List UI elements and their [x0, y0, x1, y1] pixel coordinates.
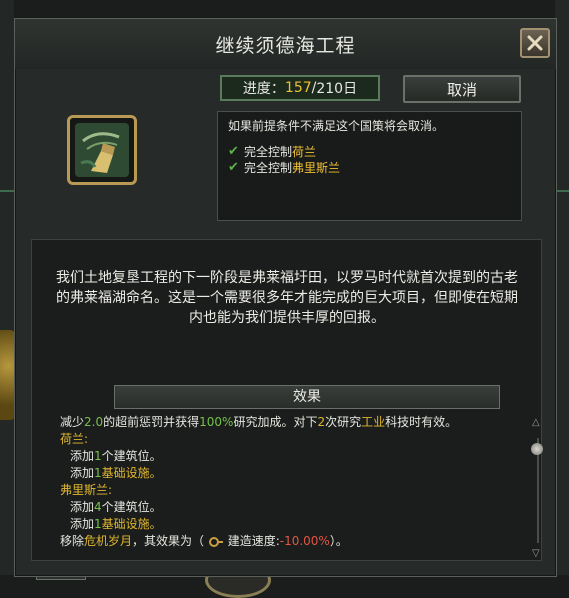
background-divider-right — [555, 190, 569, 192]
effect-line-research: 减少2.0的超前惩罚并获得100%研究加成。对下2次研究工业科技时有效。 — [60, 415, 458, 429]
cancel-button[interactable]: 取消 — [403, 75, 521, 103]
effect-line-building-slots: 添加1个建筑位。 — [70, 449, 162, 463]
effect-line-infrastructure: 添加1基础设施。 — [70, 466, 162, 480]
effects-list: 减少2.0的超前惩罚并获得100%研究加成。对下2次研究工业科技时有效。 荷兰:… — [60, 414, 520, 550]
dialog-title: 继续须德海工程 — [215, 35, 356, 57]
requirements-panel: 如果前提条件不满足这个国策将会取消。 ✔ 完全控制 荷兰 ✔ 完全控制 弗里斯兰 — [217, 111, 522, 221]
scroll-up-arrow-icon[interactable]: △ — [532, 417, 540, 428]
requirement-target: 弗里斯兰 — [292, 161, 341, 175]
close-icon — [527, 35, 543, 51]
requirement-prefix: 完全控制 — [244, 161, 293, 175]
background-left-edge — [0, 0, 14, 575]
background-divider-left — [0, 190, 14, 192]
checkmark-icon: ✔ — [228, 144, 239, 159]
background-right-edge — [555, 0, 569, 575]
effect-line-building-slots: 添加4个建筑位。 — [70, 500, 162, 514]
effect-line-remove-spirit: 移除危机岁月，其效果为（ 建造速度:-10.00%）。 — [60, 534, 348, 548]
progress-done-value: 157 — [284, 80, 312, 96]
checkmark-icon: ✔ — [228, 160, 239, 175]
polder-dike-icon — [75, 123, 129, 177]
requirement-prefix: 完全控制 — [244, 145, 293, 159]
focus-dialog: 继续须德海工程 进度： 157 / 210日 取消 如果前提条件不满足这个国策将… — [14, 18, 557, 577]
effects-header: 效果 — [114, 385, 500, 409]
progress-indicator: 进度： 157 / 210日 — [220, 75, 380, 101]
national-focus-emblem-icon — [67, 115, 137, 185]
focus-description: 我们土地复垦工程的下一阶段是弗莱福圩田，以罗马时代就首次提到的古老的弗莱福湖命名… — [56, 270, 518, 326]
construction-gear-icon — [208, 536, 223, 547]
effect-region-holland[interactable]: 荷兰: — [60, 431, 520, 448]
title-bar: 继续须德海工程 — [15, 19, 556, 69]
progress-total-value: 210日 — [316, 81, 358, 97]
scroll-down-arrow-icon[interactable]: ▽ — [532, 548, 540, 559]
requirements-intro: 如果前提条件不满足这个国策将会取消。 — [228, 119, 445, 133]
scrollbar-thumb[interactable] — [531, 443, 543, 455]
requirement-item: ✔ 完全控制 弗里斯兰 — [228, 160, 511, 176]
description-panel: 我们土地复垦工程的下一阶段是弗莱福圩田，以罗马时代就首次提到的古老的弗莱福湖命名… — [31, 239, 543, 561]
effect-region-friesland[interactable]: 弗里斯兰: — [60, 482, 520, 499]
close-button[interactable] — [520, 28, 550, 58]
progress-label: 进度： — [242, 81, 285, 97]
requirement-item: ✔ 完全控制 荷兰 — [228, 144, 511, 160]
effect-line-infrastructure: 添加1基础设施。 — [70, 517, 162, 531]
requirement-target: 荷兰 — [292, 145, 317, 159]
